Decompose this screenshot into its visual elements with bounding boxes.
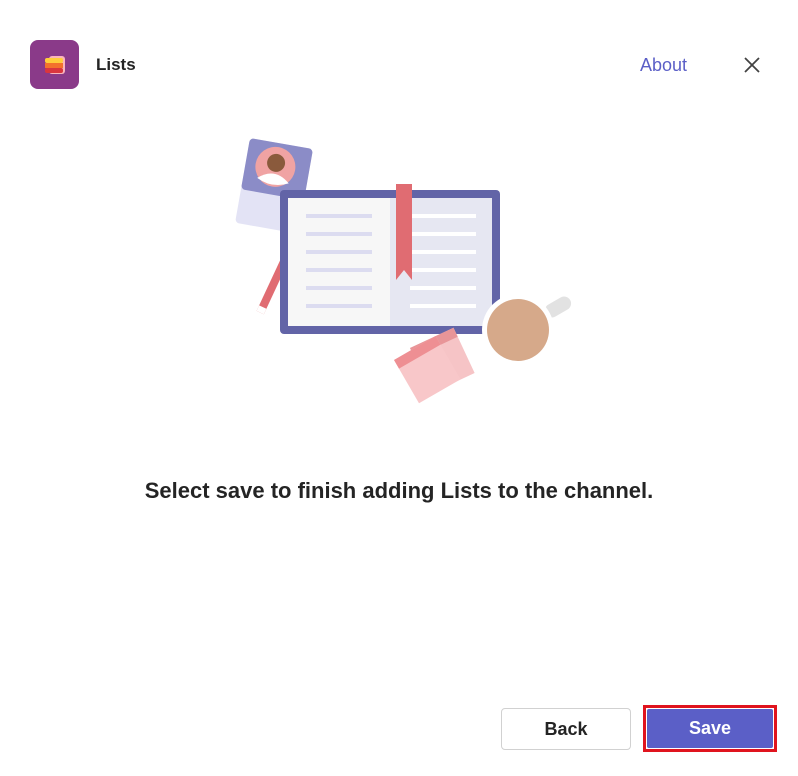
instruction-message: Select save to finish adding Lists to th…: [144, 478, 654, 503]
close-button[interactable]: [740, 53, 764, 77]
app-name: Lists: [96, 55, 136, 74]
lists-logo-icon: [44, 55, 65, 74]
about-link[interactable]: About: [640, 54, 687, 76]
notebook-illustration: [235, 138, 572, 404]
back-button[interactable]: Back: [501, 708, 631, 750]
lists-app-icon: [30, 40, 79, 89]
close-icon: [744, 57, 760, 73]
save-button[interactable]: Save: [647, 709, 773, 748]
